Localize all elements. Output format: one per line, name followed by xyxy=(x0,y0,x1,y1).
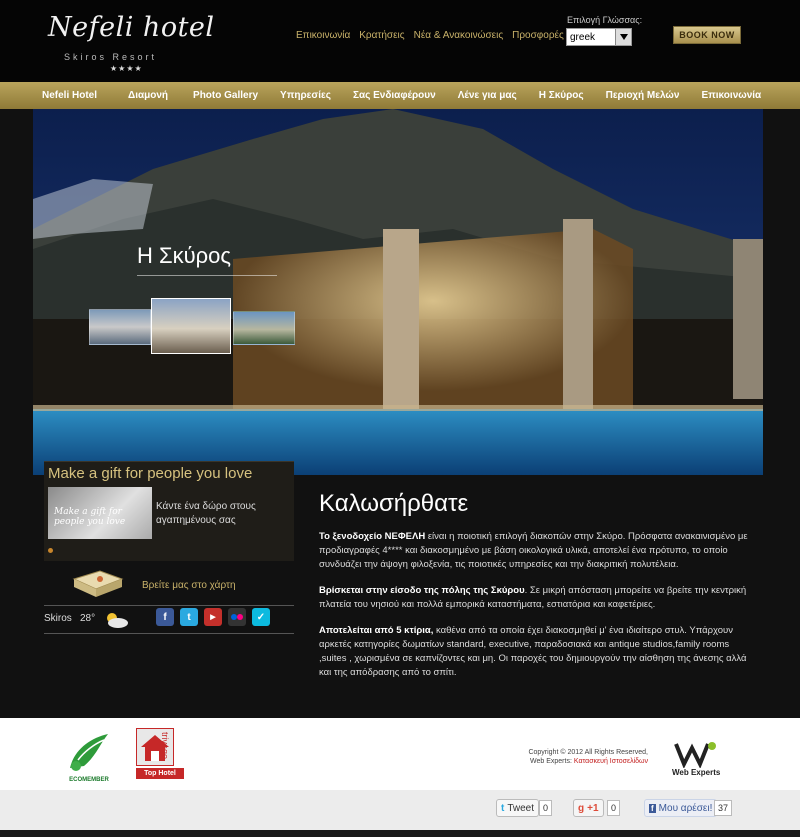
top-links: Επικοινωνία Κρατήσεις Νέα & Ανακοινώσεις… xyxy=(296,30,564,41)
nav-item-skyros[interactable]: Η Σκύρος xyxy=(539,90,584,101)
chevron-down-icon[interactable] xyxy=(615,29,631,45)
facebook-like-icon: f xyxy=(649,803,656,813)
hero-image xyxy=(33,109,763,475)
flickr-icon[interactable] xyxy=(228,608,246,626)
gift-promo-text[interactable]: Κάντε ένα δώρο στους αγαπημένους σας xyxy=(156,500,276,528)
top-link-contact[interactable]: Επικοινωνία xyxy=(296,30,350,41)
weather-temp: 28° xyxy=(80,613,96,624)
google-plus-count: 0 xyxy=(607,800,621,816)
hero-title-underline xyxy=(137,275,277,276)
top-link-offers[interactable]: Προσφορές xyxy=(512,30,564,41)
foursquare-icon[interactable]: ✓ xyxy=(252,608,270,626)
paragraph-2-bold: Βρίσκεται στην είσοδο της πόλης της Σκύρ… xyxy=(319,585,525,596)
welcome-title: Καλωσήρθατε xyxy=(319,490,469,517)
web-experts-logo[interactable]: Web Experts xyxy=(660,740,736,780)
map-link-text[interactable]: Βρείτε μας στο χάρτη xyxy=(142,580,236,591)
paragraph-2: Βρίσκεται στην είσοδο της πόλης της Σκύρ… xyxy=(319,584,759,612)
gift-promo-image-text: Make a gift for people you love xyxy=(54,507,126,527)
web-experts-label: Web Experts xyxy=(672,768,721,777)
top-link-reservations[interactable]: Κρατήσεις xyxy=(359,30,404,41)
language-label: Επιλογή Γλώσσας: xyxy=(567,15,643,25)
divider xyxy=(44,605,294,606)
gift-slider-dot[interactable] xyxy=(48,548,53,553)
ecomember-label: ECOMEMBER xyxy=(69,777,109,783)
paragraph-3: Αποτελείται από 5 κτίρια, καθένα από τα … xyxy=(319,624,759,680)
hero-thumbnail-1[interactable] xyxy=(89,309,151,345)
facebook-icon[interactable]: f xyxy=(156,608,174,626)
ecomember-badge[interactable]: ECOMEMBER xyxy=(64,730,114,790)
gift-promo-box[interactable]: Make a gift for people you love Make a g… xyxy=(44,461,294,561)
copyright-prefix: Web Experts: xyxy=(530,758,574,765)
map-icon xyxy=(72,570,124,597)
weather-widget: Skiros 28° xyxy=(44,610,144,632)
hotel-logo[interactable]: Nefeli hotel Skiros Resort ★★★★ xyxy=(40,12,214,74)
language-select[interactable]: greek xyxy=(566,28,632,46)
logo-title: Nefeli hotel xyxy=(48,12,215,43)
paragraph-1-bold: Το ξενοδοχείο ΝΕΦΕΛΗ xyxy=(319,531,426,542)
nav-item-accommodation[interactable]: Διαμονή xyxy=(128,90,168,101)
book-now-button[interactable]: BOOK NOW xyxy=(673,26,741,44)
facebook-like-label: Μου αρέσει! xyxy=(658,802,713,814)
main-nav: Nefeli Hotel Διαμονή Photo Gallery Υπηρε… xyxy=(0,82,800,109)
trivago-top-hotel-badge[interactable]: trivago Top Hotel xyxy=(136,728,186,779)
weather-city: Skiros xyxy=(44,613,72,624)
top-link-news[interactable]: Νέα & Ανακοινώσεις xyxy=(414,30,504,41)
google-plus-label: +1 xyxy=(587,802,599,814)
hero-thumbnail-2[interactable] xyxy=(151,298,231,354)
twitter-icon[interactable]: t xyxy=(180,608,198,626)
trivago-brand: trivago xyxy=(160,732,170,760)
copyright-text: Copyright © 2012 All Rights Reserved, We… xyxy=(500,748,648,766)
hero-title: Η Σκύρος xyxy=(137,243,231,268)
nav-item-contact[interactable]: Επικοινωνία xyxy=(701,90,761,101)
youtube-icon[interactable]: ▶ xyxy=(204,608,222,626)
welcome-content: Το ξενοδοχείο ΝΕΦΕΛΗ είναι η ποιοτική επ… xyxy=(319,530,759,692)
nav-item-nefeli-hotel[interactable]: Nefeli Hotel xyxy=(42,90,97,101)
nav-item-members-area[interactable]: Περιοχή Μελών xyxy=(606,90,680,101)
tweet-count: 0 xyxy=(539,800,553,816)
logo-stars: ★★★★ xyxy=(110,64,143,73)
copyright-line-2: Web Experts: Κατασκευή Ιστοσελίδων xyxy=(500,757,648,766)
divider xyxy=(44,633,294,634)
gift-promo-image[interactable]: Make a gift for people you love xyxy=(48,487,152,539)
web-design-link[interactable]: Κατασκευή Ιστοσελίδων xyxy=(574,758,648,765)
ecomember-logo-icon xyxy=(70,734,108,771)
tweet-label: Tweet xyxy=(507,802,535,814)
nav-item-services[interactable]: Υπηρεσίες xyxy=(280,90,331,101)
nav-item-interests[interactable]: Σας Ενδιαφέρουν xyxy=(353,90,436,101)
google-plus-icon: g xyxy=(578,802,585,814)
hero-slideshow[interactable]: Η Σκύρος xyxy=(33,109,763,475)
facebook-like-count: 37 xyxy=(714,800,733,816)
share-bar: t Tweet 0 g +1 0 f Μου αρέσει! 37 xyxy=(0,790,800,830)
twitter-bird-icon: t xyxy=(501,802,505,814)
facebook-like-button[interactable]: f Μου αρέσει! xyxy=(644,799,718,817)
top-hotel-label: Top Hotel xyxy=(136,768,184,779)
logo-subtitle: Skiros Resort xyxy=(64,52,158,62)
google-plus-button[interactable]: g +1 xyxy=(573,799,604,817)
web-experts-icon xyxy=(674,742,716,768)
paragraph-1: Το ξενοδοχείο ΝΕΦΕΛΗ είναι η ποιοτική επ… xyxy=(319,530,759,572)
nav-item-photo-gallery[interactable]: Photo Gallery xyxy=(193,90,258,101)
site-header: Nefeli hotel Skiros Resort ★★★★ Επικοινω… xyxy=(0,0,800,82)
hero-thumbnail-3[interactable] xyxy=(233,311,295,345)
site-footer: ECOMEMBER trivago Top Hotel Copyright © … xyxy=(0,718,800,790)
sun-cloud-icon xyxy=(107,613,128,628)
copyright-line-1: Copyright © 2012 All Rights Reserved, xyxy=(528,749,648,756)
social-links: f t ▶ ✓ xyxy=(156,608,270,626)
paragraph-3-bold: Αποτελείται από 5 κτίρια, xyxy=(319,625,434,636)
nav-item-testimonials[interactable]: Λένε για μας xyxy=(458,90,517,101)
bottom-strip xyxy=(0,830,800,837)
gift-promo-title: Make a gift for people you love xyxy=(48,465,253,482)
tweet-button[interactable]: t Tweet xyxy=(496,799,540,817)
language-value: greek xyxy=(570,31,596,43)
map-link[interactable]: Βρείτε μας στο χάρτη xyxy=(44,569,294,605)
